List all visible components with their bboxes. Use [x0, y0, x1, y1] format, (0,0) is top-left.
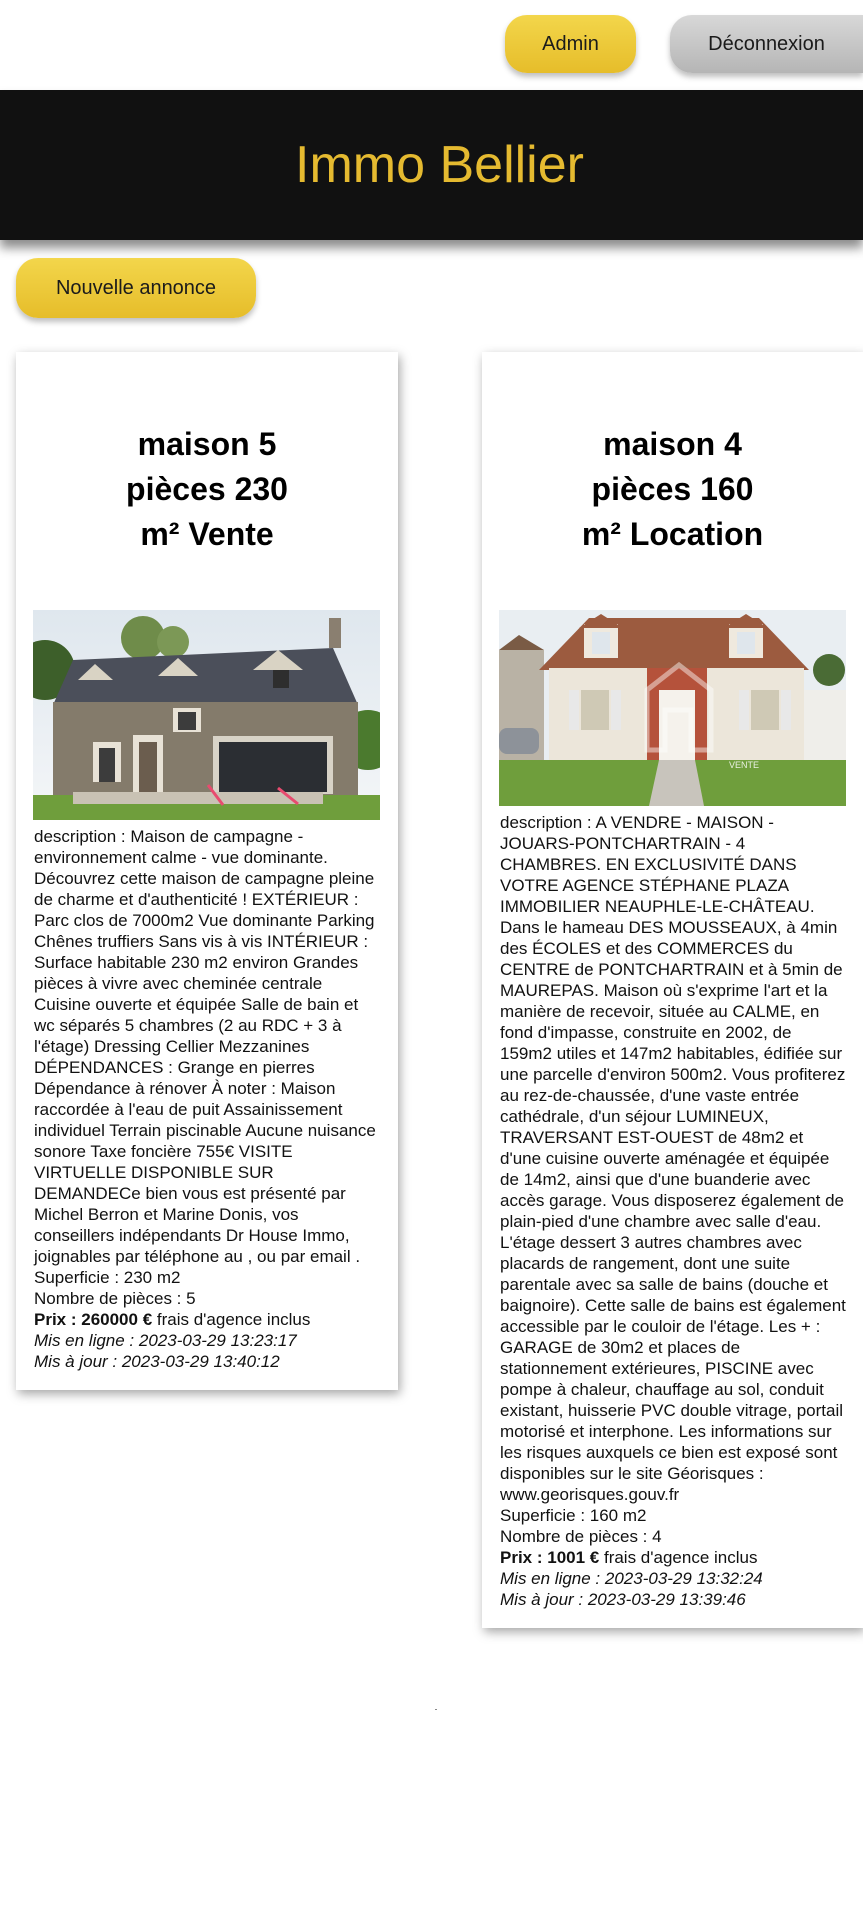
listing-title-line: pièces 230 — [126, 471, 288, 507]
new-listing-button[interactable]: Nouvelle annonce — [16, 258, 256, 318]
listing-rooms: Nombre de pièces : 4 — [500, 1527, 662, 1546]
listing-details: description : A VENDRE - MAISON - JOUARS… — [500, 812, 848, 1610]
listing-title-line: maison 5 — [137, 426, 277, 462]
listing-description: description : A VENDRE - MAISON - JOUARS… — [500, 813, 846, 1504]
photo-watermark: VENTE — [729, 760, 759, 770]
listing-price: Prix : 260000 € frais d'agence inclus — [34, 1309, 382, 1330]
listing-card: maison 5 pièces 230 m² Vente description… — [16, 352, 398, 1390]
listing-title: maison 5 pièces 230 m² Vente — [16, 422, 398, 557]
logout-button[interactable]: Déconnexion — [670, 15, 863, 73]
listing-title: maison 4 pièces 160 m² Location — [482, 422, 863, 557]
listing-price-note: frais d'agence inclus — [152, 1310, 311, 1329]
listing-online-date: Mis en ligne : 2023-03-29 13:32:24 — [500, 1569, 763, 1588]
listing-title-line: pièces 160 — [591, 471, 754, 507]
admin-button[interactable]: Admin — [505, 15, 636, 73]
listing-surface: Superficie : 160 m2 — [500, 1506, 647, 1525]
listing-title-line: m² Vente — [140, 516, 274, 552]
page-dot — [435, 1709, 437, 1710]
listing-price-value: Prix : 1001 € — [500, 1548, 600, 1567]
listing-price-note: frais d'agence inclus — [599, 1548, 758, 1567]
site-header: Immo Bellier — [0, 90, 863, 240]
listing-updated-date: Mis à jour : 2023-03-29 13:39:46 — [500, 1590, 746, 1609]
listing-photo — [33, 610, 380, 820]
listing-online-date: Mis en ligne : 2023-03-29 13:23:17 — [34, 1331, 297, 1350]
listing-price-value: Prix : 260000 € — [34, 1310, 153, 1329]
listing-title-line: m² Location — [581, 516, 764, 552]
listing-surface: Superficie : 230 m2 — [34, 1268, 181, 1287]
listing-details: description : Maison de campagne - envir… — [34, 826, 382, 1372]
listing-photo: VENTE — [499, 610, 846, 806]
listing-title-line: maison 4 — [603, 426, 742, 462]
listing-description: description : Maison de campagne - envir… — [34, 827, 376, 1266]
listing-card: maison 4 pièces 160 m² Location VENTE de… — [482, 352, 863, 1628]
listing-price: Prix : 1001 € frais d'agence inclus — [500, 1547, 848, 1568]
listing-rooms: Nombre de pièces : 5 — [34, 1289, 196, 1308]
listing-updated-date: Mis à jour : 2023-03-29 13:40:12 — [34, 1352, 280, 1371]
site-title: Immo Bellier — [295, 136, 584, 194]
top-bar: Admin Déconnexion — [0, 15, 863, 75]
